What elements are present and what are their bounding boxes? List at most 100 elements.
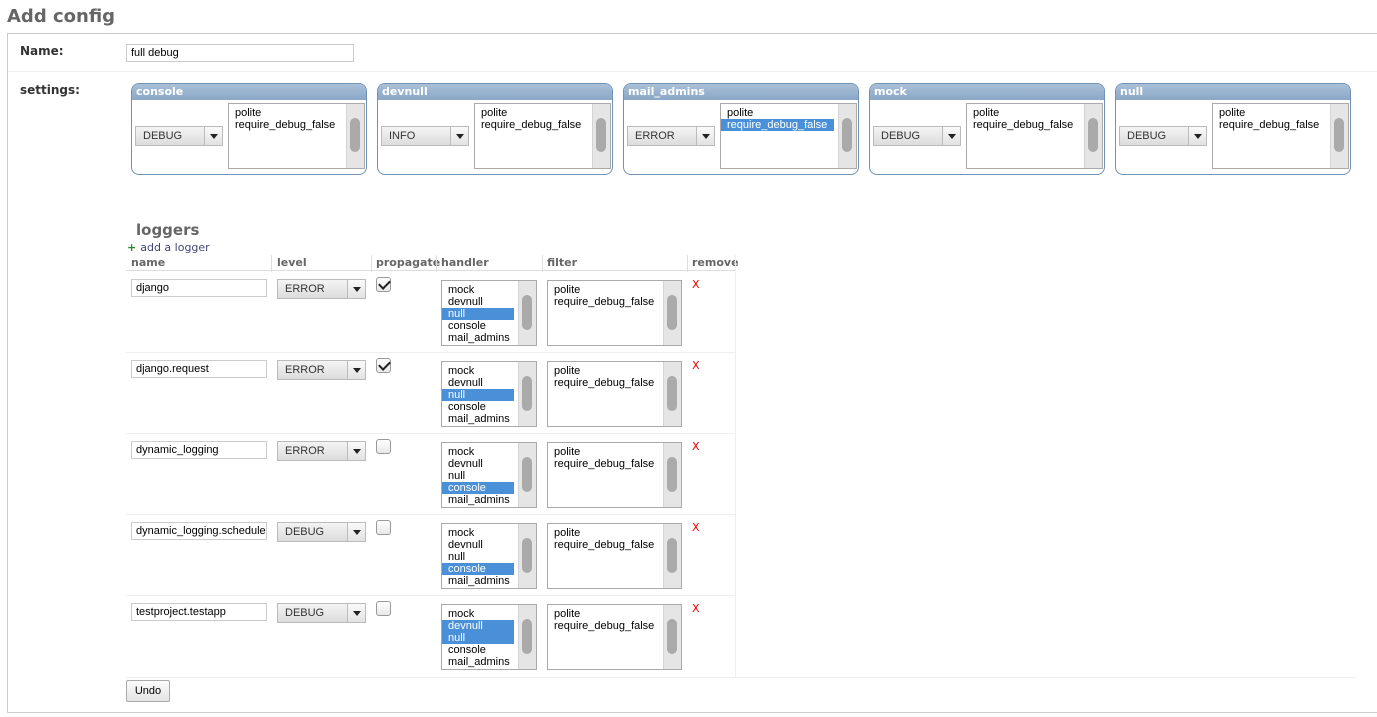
- scrollbar-thumb[interactable]: [1334, 118, 1344, 152]
- scrollbar[interactable]: [663, 281, 681, 345]
- scrollbar-thumb[interactable]: [667, 376, 677, 411]
- handler-level-select[interactable]: INFO: [381, 126, 469, 146]
- list-option[interactable]: console: [442, 563, 514, 575]
- list-option[interactable]: polite: [548, 284, 659, 296]
- list-option[interactable]: null: [442, 632, 514, 644]
- list-option[interactable]: mock: [442, 608, 514, 620]
- scrollbar[interactable]: [518, 524, 536, 588]
- handler-level-select[interactable]: DEBUG: [135, 126, 223, 146]
- list-option[interactable]: mock: [442, 365, 514, 377]
- logger-name-input[interactable]: testproject.testapp: [131, 603, 267, 621]
- list-option[interactable]: null: [442, 470, 514, 482]
- list-option[interactable]: polite: [967, 107, 1080, 119]
- list-option[interactable]: require_debug_false: [548, 296, 659, 308]
- list-option[interactable]: null: [442, 551, 514, 563]
- scrollbar[interactable]: [663, 605, 681, 669]
- scrollbar-thumb[interactable]: [522, 619, 532, 654]
- logger-handler-list[interactable]: mock devnull null console mail_admins: [441, 523, 537, 589]
- logger-level-select[interactable]: DEBUG: [277, 522, 366, 542]
- logger-handler-list[interactable]: mock devnull null console mail_admins: [441, 442, 537, 508]
- scrollbar-thumb[interactable]: [667, 619, 677, 654]
- logger-handler-list[interactable]: mock devnull null console mail_admins: [441, 361, 537, 427]
- remove-logger-button[interactable]: X: [692, 602, 700, 615]
- logger-name-input[interactable]: django.request: [131, 360, 267, 378]
- scrollbar[interactable]: [663, 443, 681, 507]
- scrollbar[interactable]: [346, 104, 364, 168]
- logger-name-input[interactable]: dynamic_logging.schedule: [131, 522, 267, 540]
- list-option[interactable]: polite: [475, 107, 588, 119]
- scrollbar-thumb[interactable]: [667, 457, 677, 492]
- list-option[interactable]: mock: [442, 446, 514, 458]
- list-option[interactable]: mail_admins: [442, 332, 514, 344]
- scrollbar-thumb[interactable]: [350, 118, 360, 152]
- scrollbar-thumb[interactable]: [667, 538, 677, 573]
- logger-filter-list[interactable]: polite require_debug_false: [547, 280, 682, 346]
- list-option[interactable]: mock: [442, 284, 514, 296]
- chevron-down-icon[interactable]: [1188, 127, 1206, 145]
- chevron-down-icon[interactable]: [347, 442, 365, 460]
- scrollbar-thumb[interactable]: [522, 376, 532, 411]
- list-option[interactable]: mail_admins: [442, 575, 514, 587]
- scrollbar[interactable]: [1330, 104, 1348, 168]
- propagate-checkbox[interactable]: [376, 277, 391, 292]
- chevron-down-icon[interactable]: [347, 280, 365, 298]
- list-option[interactable]: devnull: [442, 377, 514, 389]
- scrollbar[interactable]: [663, 362, 681, 426]
- propagate-checkbox[interactable]: [376, 358, 391, 373]
- handler-level-select[interactable]: ERROR: [627, 126, 715, 146]
- list-option[interactable]: devnull: [442, 296, 514, 308]
- scrollbar-thumb[interactable]: [842, 118, 852, 152]
- handler-filter-list[interactable]: polite require_debug_false: [474, 103, 611, 169]
- remove-logger-button[interactable]: X: [692, 440, 700, 453]
- chevron-down-icon[interactable]: [347, 361, 365, 379]
- logger-filter-list[interactable]: polite require_debug_false: [547, 523, 682, 589]
- scrollbar-thumb[interactable]: [596, 118, 606, 152]
- handler-filter-list[interactable]: polite require_debug_false: [228, 103, 365, 169]
- add-logger-link[interactable]: + add a logger: [127, 241, 210, 254]
- list-option[interactable]: mail_admins: [442, 656, 514, 668]
- scrollbar[interactable]: [592, 104, 610, 168]
- list-option[interactable]: devnull: [442, 620, 514, 632]
- list-option[interactable]: polite: [548, 365, 659, 377]
- list-option[interactable]: require_debug_false: [475, 119, 588, 131]
- list-option[interactable]: require_debug_false: [229, 119, 342, 131]
- list-option[interactable]: require_debug_false: [721, 119, 834, 131]
- remove-logger-button[interactable]: X: [692, 359, 700, 372]
- list-option[interactable]: null: [442, 308, 514, 320]
- list-option[interactable]: require_debug_false: [548, 458, 659, 470]
- scrollbar-thumb[interactable]: [522, 457, 532, 492]
- logger-filter-list[interactable]: polite require_debug_false: [547, 442, 682, 508]
- logger-handler-list[interactable]: mock devnull null console mail_admins: [441, 604, 537, 670]
- remove-logger-button[interactable]: X: [692, 521, 700, 534]
- scrollbar[interactable]: [518, 605, 536, 669]
- list-option[interactable]: null: [442, 389, 514, 401]
- handler-level-select[interactable]: DEBUG: [873, 126, 961, 146]
- propagate-checkbox[interactable]: [376, 439, 391, 454]
- scrollbar[interactable]: [518, 362, 536, 426]
- list-option[interactable]: polite: [548, 446, 659, 458]
- list-option[interactable]: polite: [548, 608, 659, 620]
- logger-filter-list[interactable]: polite require_debug_false: [547, 604, 682, 670]
- logger-level-select[interactable]: DEBUG: [277, 603, 366, 623]
- propagate-checkbox[interactable]: [376, 520, 391, 535]
- logger-level-select[interactable]: ERROR: [277, 360, 366, 380]
- scrollbar[interactable]: [838, 104, 856, 168]
- chevron-down-icon[interactable]: [347, 523, 365, 541]
- list-option[interactable]: mail_admins: [442, 413, 514, 425]
- list-option[interactable]: require_debug_false: [967, 119, 1080, 131]
- chevron-down-icon[interactable]: [204, 127, 222, 145]
- logger-handler-list[interactable]: mock devnull null console mail_admins: [441, 280, 537, 346]
- list-option[interactable]: require_debug_false: [548, 620, 659, 632]
- scrollbar-thumb[interactable]: [667, 295, 677, 330]
- list-option[interactable]: mock: [442, 527, 514, 539]
- logger-level-select[interactable]: ERROR: [277, 279, 366, 299]
- scrollbar-thumb[interactable]: [1088, 118, 1098, 152]
- scrollbar-thumb[interactable]: [522, 538, 532, 573]
- list-option[interactable]: console: [442, 401, 514, 413]
- logger-filter-list[interactable]: polite require_debug_false: [547, 361, 682, 427]
- list-option[interactable]: polite: [548, 527, 659, 539]
- scrollbar[interactable]: [518, 443, 536, 507]
- remove-logger-button[interactable]: X: [692, 278, 700, 291]
- list-option[interactable]: require_debug_false: [548, 377, 659, 389]
- scrollbar[interactable]: [1084, 104, 1102, 168]
